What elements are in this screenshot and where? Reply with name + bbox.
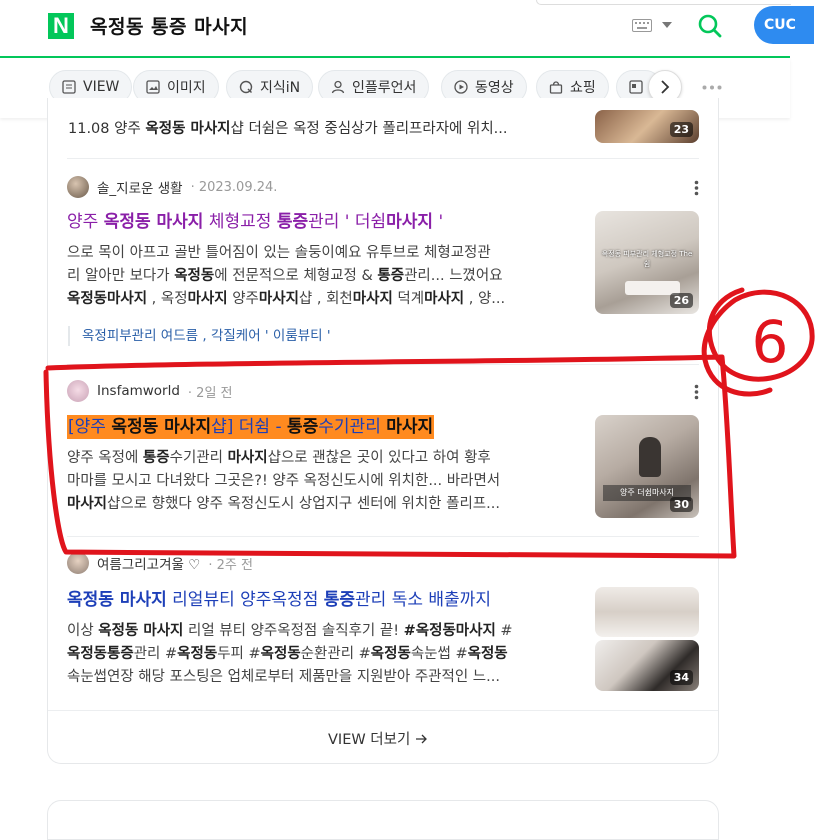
- view-more-button[interactable]: VIEW 더보기: [328, 728, 428, 749]
- post1-thumbnail[interactable]: 옥정동 피부관리 체형교정 The 쉼 26: [595, 211, 699, 314]
- result-divider: [48, 710, 718, 711]
- chevron-right-icon: [661, 80, 670, 94]
- image-count-badge: 26: [669, 293, 693, 308]
- chevron-down-icon[interactable]: [662, 22, 672, 29]
- author-name[interactable]: 여름그리고겨울 ♡: [97, 553, 200, 573]
- avatar[interactable]: [67, 552, 89, 574]
- post3-author-row: 여름그리고겨울 ♡ · 2주 전: [67, 552, 253, 574]
- header-popup-edge: [536, 0, 791, 5]
- person-icon: [331, 80, 345, 94]
- result-divider: [67, 158, 699, 159]
- red-circled-number: [701, 287, 815, 397]
- tab-label: 지식iN: [260, 80, 301, 96]
- arrow-right-icon: [416, 734, 428, 743]
- post-date: · 2주 전: [208, 557, 253, 573]
- more-horizontal-icon[interactable]: [702, 85, 722, 90]
- play-icon: [454, 80, 468, 94]
- tab-label: VIEW: [83, 79, 120, 95]
- search-query-input[interactable]: 옥정동 통증 마사지: [90, 12, 248, 39]
- image-count-badge: 30: [669, 497, 693, 512]
- more-vertical-icon[interactable]: [694, 180, 699, 196]
- image-count-badge: 23: [669, 122, 693, 137]
- post3-title-link[interactable]: 옥정동 마사지 리얼뷰티 양주옥정점 통증관리 독소 배출까지: [67, 588, 491, 612]
- post2-title-link[interactable]: [양주 옥정동 마사지샵] 더쉼 - 통증수기관리 마사지: [67, 415, 435, 439]
- result-divider: [67, 364, 699, 365]
- post1-title-link[interactable]: 양주 옥정동 마사지 체형교정 통증관리 ' 더쉼마사지 ': [67, 210, 443, 234]
- image-icon: [146, 80, 160, 94]
- post-date: · 2일 전: [187, 385, 233, 401]
- tab-label: 이미지: [167, 80, 206, 96]
- thumbnail-caption: 옥정동 피부관리 체형교정 The 쉼: [601, 250, 693, 268]
- previous-result-snippet: 11.08 양주 옥정동 마사지샵 더쉼은 옥정 중심상가 폴리프라자에 위치.…: [68, 121, 508, 137]
- post1-author-row: 솔_지로운 생활 · 2023.09.24.: [67, 176, 277, 198]
- more-vertical-icon[interactable]: [694, 384, 699, 400]
- author-name[interactable]: Insfamworld: [97, 383, 180, 399]
- view-more-label: VIEW 더보기: [328, 732, 411, 748]
- tab-label: 동영상: [475, 80, 514, 96]
- post3-thumbnail-top[interactable]: [595, 587, 699, 637]
- tab-label: 인플루언서: [352, 80, 417, 96]
- post3-snippet: 이상 옥정동 마사지 리얼 뷰티 양주옥정점 솔직후기 끝! #옥정동마사지 #…: [67, 623, 513, 685]
- naver-logo[interactable]: N: [48, 13, 74, 39]
- next-section-card: [47, 800, 719, 840]
- post3-thumbnail-bottom[interactable]: 34: [595, 640, 699, 691]
- previous-result-thumbnail[interactable]: 23: [595, 110, 699, 143]
- tab-label: 쇼핑: [570, 80, 596, 96]
- document-icon: [62, 80, 76, 94]
- post1-related-link[interactable]: 옥정피부관리 여드름 , 각질케어 ' 이룸뷰티 ': [68, 326, 331, 346]
- q-icon: [239, 80, 253, 94]
- annotation-number: 6: [752, 308, 789, 376]
- avatar[interactable]: [67, 380, 89, 402]
- post2-snippet: 양주 옥정에 통증수기관리 마사지샵으로 괜찮은 곳이 있다고 하여 황후 마마…: [67, 450, 501, 512]
- author-name[interactable]: 솔_지로운 생활: [97, 177, 183, 197]
- post2-author-row: Insfamworld · 2일 전: [67, 380, 233, 402]
- search-header: N 옥정동 통증 마사지 CUC: [0, 0, 814, 58]
- search-button[interactable]: CUC: [754, 6, 814, 44]
- image-count-badge: 34: [669, 670, 693, 685]
- news-icon: [629, 80, 643, 94]
- thumbnail-person-shape: [639, 437, 661, 477]
- post1-snippet: 으로 목이 아프고 골반 틀어짐이 있는 솔둥이예요 유투브로 체형교정관 리 …: [67, 245, 506, 307]
- bag-icon: [549, 81, 563, 94]
- keyboard-icon[interactable]: [632, 19, 652, 32]
- result-divider: [67, 536, 699, 537]
- post-date: · 2023.09.24.: [190, 179, 278, 195]
- search-icon[interactable]: [697, 13, 723, 39]
- post2-thumbnail[interactable]: 양주 더쉼마사지 30: [595, 415, 699, 518]
- avatar[interactable]: [67, 176, 89, 198]
